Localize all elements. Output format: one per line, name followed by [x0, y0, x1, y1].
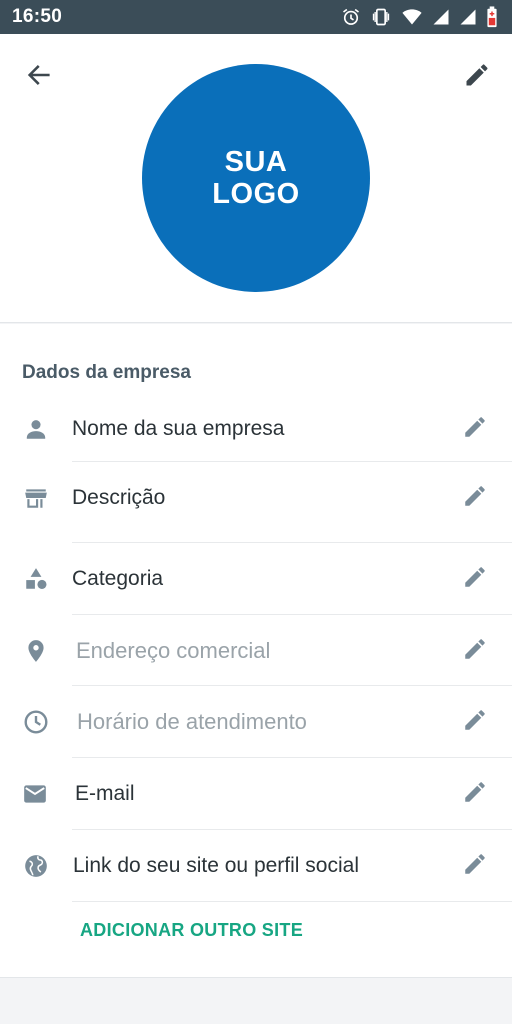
row-label: Link do seu site ou perfil social — [73, 854, 359, 877]
status-icons — [341, 6, 498, 28]
pencil-icon[interactable] — [460, 849, 490, 879]
profile-header: SUA LOGO — [0, 34, 512, 323]
alarm-icon — [343, 8, 359, 25]
vibrate-icon — [372, 8, 390, 26]
divider — [72, 685, 512, 686]
store-icon — [21, 483, 51, 513]
divider — [72, 461, 512, 462]
row-label: E-mail — [75, 782, 135, 805]
row-label: Descrição — [72, 486, 166, 509]
row-description[interactable]: Descrição — [0, 479, 512, 531]
row-label: Nome da sua empresa — [72, 417, 285, 440]
company-data-section: Dados da empresa Nome da sua empresa Des… — [0, 324, 512, 978]
location-pin-icon — [21, 636, 51, 666]
divider — [72, 614, 512, 615]
category-icon — [21, 564, 51, 594]
signal-icon — [460, 9, 476, 25]
row-email[interactable]: E-mail — [0, 775, 512, 827]
status-bar: 16:50 — [0, 0, 512, 34]
logo-placeholder[interactable]: SUA LOGO — [142, 64, 370, 292]
divider — [72, 901, 512, 902]
pencil-icon[interactable] — [460, 705, 490, 735]
add-site-button[interactable]: ADICIONAR OUTRO SITE — [80, 920, 303, 941]
row-website-link[interactable]: Link do seu site ou perfil social — [0, 847, 512, 899]
divider — [72, 542, 512, 543]
divider — [72, 757, 512, 758]
pencil-icon[interactable] — [460, 481, 490, 511]
back-button[interactable] — [22, 58, 56, 92]
row-category[interactable]: Categoria — [0, 560, 512, 612]
clock-icon — [21, 707, 51, 737]
battery-icon — [487, 6, 497, 28]
pencil-icon — [466, 64, 488, 86]
signal-icon — [433, 9, 449, 25]
edit-profile-button[interactable] — [460, 58, 494, 92]
row-label: Endereço comercial — [76, 638, 271, 663]
wifi-icon — [402, 9, 422, 25]
row-opening-hours[interactable]: Horário de atendimento — [0, 703, 512, 755]
pencil-icon[interactable] — [460, 777, 490, 807]
row-address[interactable]: Endereço comercial — [0, 632, 512, 684]
email-icon — [20, 779, 50, 809]
section-title: Dados da empresa — [22, 362, 191, 383]
row-company-name[interactable]: Nome da sua empresa — [0, 410, 512, 462]
arrow-back-icon — [27, 65, 50, 85]
status-time: 16:50 — [12, 6, 63, 27]
person-icon — [21, 414, 51, 444]
row-label: Horário de atendimento — [77, 709, 307, 734]
pencil-icon[interactable] — [460, 412, 490, 442]
divider — [72, 829, 512, 830]
pencil-icon[interactable] — [460, 634, 490, 664]
logo-text: SUA LOGO — [212, 146, 300, 210]
row-label: Categoria — [72, 567, 164, 590]
globe-icon — [21, 851, 51, 881]
pencil-icon[interactable] — [460, 562, 490, 592]
